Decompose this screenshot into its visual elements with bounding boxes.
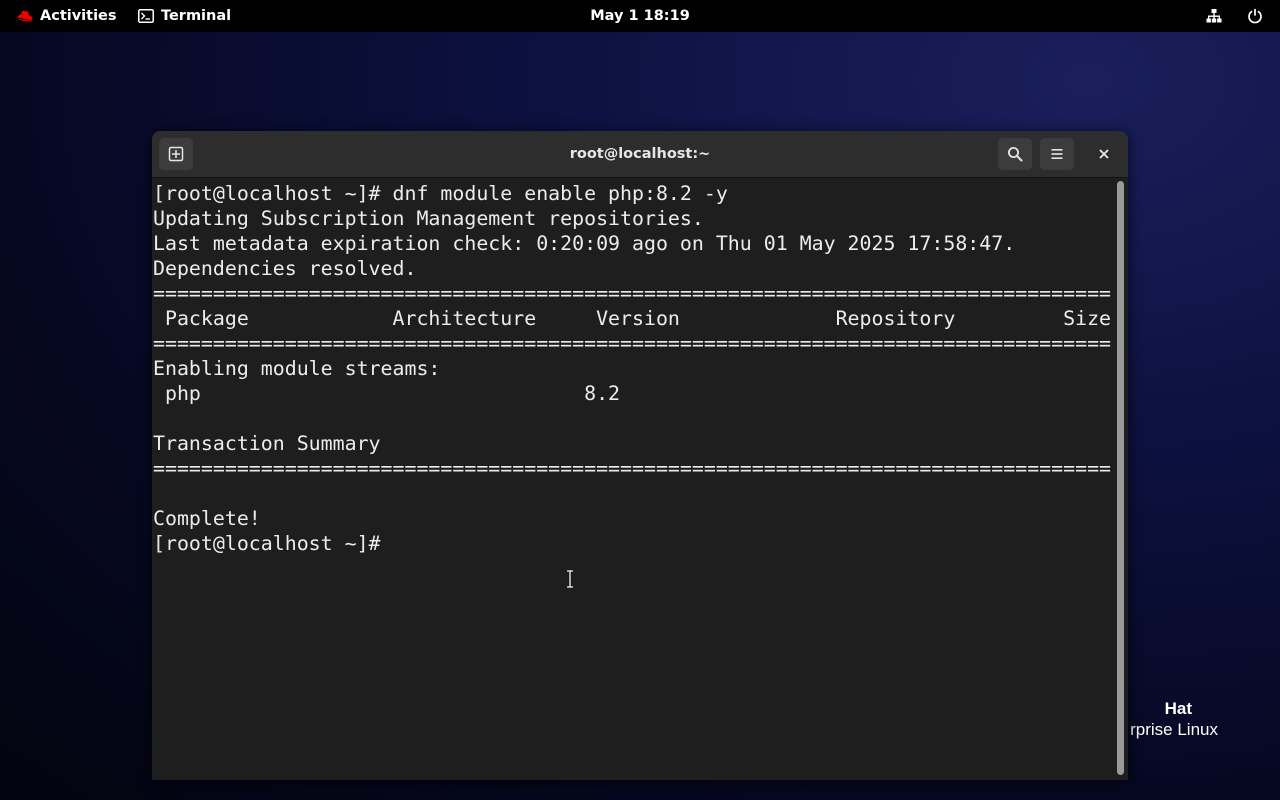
hamburger-menu-icon (1051, 149, 1063, 159)
activities-label: Activities (40, 8, 117, 24)
activities-button[interactable]: Activities (8, 0, 125, 32)
header-bar: root@localhost:~ (152, 131, 1128, 178)
top-bar: Activities Terminal May 1 18:19 (0, 0, 1280, 32)
terminal-line: Last metadata expiration check: 0:20:09 … (153, 232, 1016, 255)
app-menu-terminal[interactable]: Terminal (130, 0, 239, 32)
terminal-line: ========================================… (153, 332, 1112, 355)
terminal-line: Transaction Summary (153, 432, 381, 455)
new-tab-button[interactable] (159, 138, 193, 170)
power-icon[interactable] (1247, 8, 1263, 24)
app-label: Terminal (161, 8, 232, 24)
terminal-line: [root@localhost ~]# (153, 532, 393, 555)
network-wired-icon[interactable] (1206, 8, 1222, 24)
terminal-line: ========================================… (153, 282, 1112, 305)
terminal-window: root@localhost:~ [root@localhost ~]# dnf… (152, 131, 1128, 780)
terminal-line: Package Architecture Version Repository … (153, 307, 1112, 330)
search-icon (1008, 147, 1023, 162)
close-icon (1099, 149, 1109, 159)
terminal-line: Complete! (153, 507, 261, 530)
terminal-text: [root@localhost ~]# dnf module enable ph… (153, 181, 1111, 556)
clock-label: May 1 18:19 (590, 8, 690, 24)
new-tab-icon (168, 146, 184, 162)
terminal-line: Enabling module streams: (153, 357, 441, 380)
search-button[interactable] (998, 138, 1032, 170)
window-title: root@localhost:~ (569, 146, 711, 162)
scrollbar-thumb[interactable] (1117, 181, 1124, 775)
text-cursor-icon (567, 570, 573, 588)
terminal-line: Updating Subscription Management reposit… (153, 207, 704, 230)
close-window-button[interactable] (1087, 138, 1121, 170)
main-menu-button[interactable] (1040, 138, 1074, 170)
terminal-line: ========================================… (153, 457, 1112, 480)
terminal-output[interactable]: [root@localhost ~]# dnf module enable ph… (152, 178, 1114, 780)
terminal-scrollbar[interactable] (1114, 178, 1128, 780)
terminal-line: php 8.2 (153, 382, 621, 405)
terminal-line: Dependencies resolved. (153, 257, 417, 280)
clock[interactable]: May 1 18:19 (560, 0, 720, 32)
redhat-logo-icon (17, 10, 33, 22)
terminal-line: [root@localhost ~]# dnf module enable ph… (153, 182, 728, 205)
terminal-app-icon (138, 9, 154, 23)
